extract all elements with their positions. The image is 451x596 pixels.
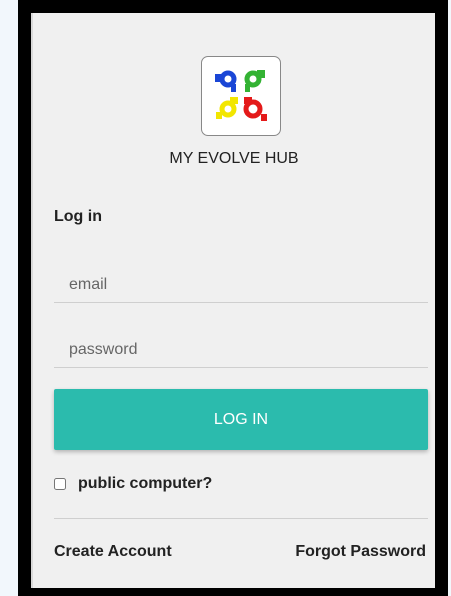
public-computer-label: public computer? <box>78 475 213 492</box>
divider <box>54 518 428 519</box>
evolve-hub-logo-icon <box>215 70 267 121</box>
login-button[interactable]: LOG IN <box>54 389 428 450</box>
email-field[interactable] <box>54 267 428 303</box>
app-name: MY EVOLVE HUB <box>169 150 299 167</box>
public-computer-checkbox[interactable] <box>54 478 66 490</box>
login-card: MY EVOLVE HUB Log in LOG IN public compu… <box>31 13 435 588</box>
create-account-link[interactable]: Create Account <box>54 543 172 561</box>
public-computer-option[interactable]: public computer? <box>54 475 212 493</box>
login-heading: Log in <box>54 208 102 225</box>
forgot-password-link[interactable]: Forgot Password <box>295 543 426 561</box>
window-frame: MY EVOLVE HUB Log in LOG IN public compu… <box>18 0 448 596</box>
password-field[interactable] <box>54 332 428 368</box>
app-logo <box>201 56 281 136</box>
